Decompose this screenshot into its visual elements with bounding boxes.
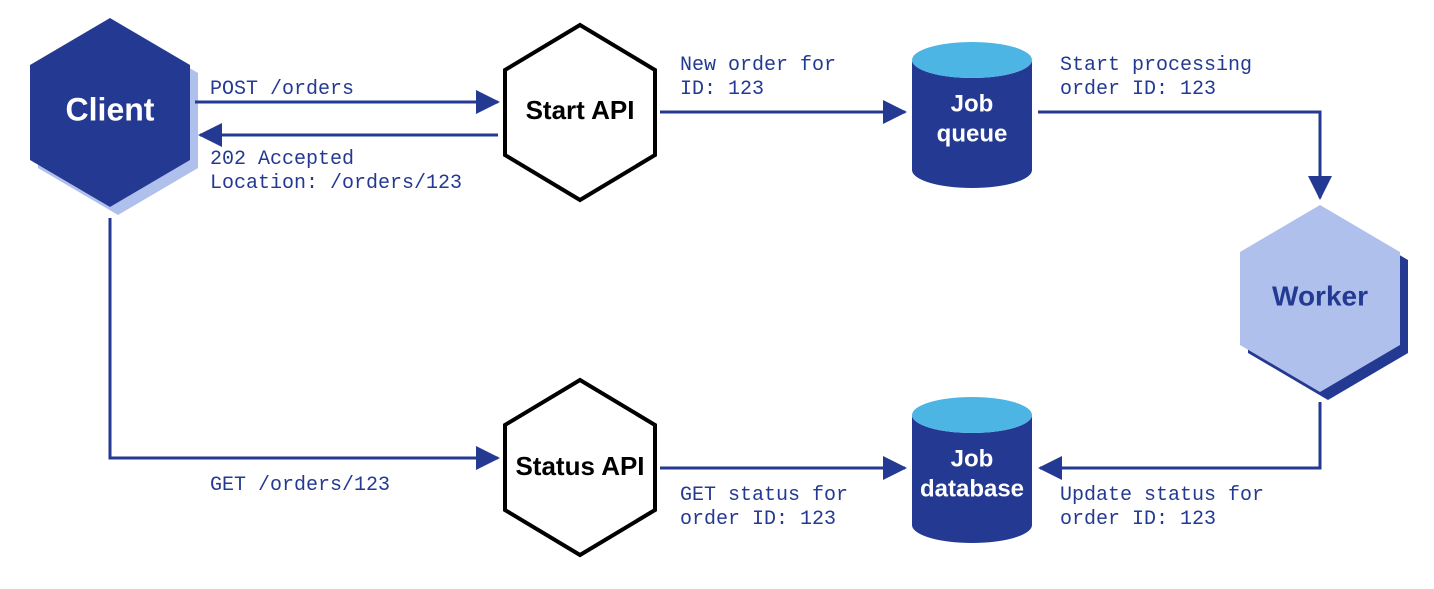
label-start-processing-2: order ID: 123 — [1060, 78, 1216, 101]
job-queue-label-1: Job — [951, 90, 994, 117]
job-database-node: Job database — [912, 397, 1032, 543]
status-api-label: Status API — [515, 451, 644, 481]
status-api-node: Status API — [505, 380, 655, 555]
job-queue-label-2: queue — [937, 120, 1008, 147]
label-get-status-2: order ID: 123 — [680, 508, 836, 531]
job-database-label-2: database — [920, 475, 1024, 502]
label-post-orders: POST /orders — [210, 78, 354, 101]
job-queue-node: Job queue — [912, 42, 1032, 188]
label-location-header: Location: /orders/123 — [210, 172, 462, 195]
label-new-order-1: New order for — [680, 54, 836, 77]
job-database-label-1: Job — [951, 445, 994, 472]
label-get-orders: GET /orders/123 — [210, 474, 390, 497]
arrow-queue-to-worker — [1038, 112, 1320, 198]
client-node: Client — [30, 18, 198, 215]
arrow-worker-to-db — [1040, 402, 1320, 468]
worker-label: Worker — [1272, 280, 1368, 311]
worker-node: Worker — [1240, 205, 1408, 400]
label-update-status-2: order ID: 123 — [1060, 508, 1216, 531]
start-api-label: Start API — [526, 95, 635, 125]
label-202-accepted: 202 Accepted — [210, 148, 354, 171]
architecture-diagram: Client Start API Status API Job queue Jo… — [0, 0, 1434, 589]
label-new-order-2: ID: 123 — [680, 78, 764, 101]
label-update-status-1: Update status for — [1060, 484, 1264, 507]
label-get-status-1: GET status for — [680, 484, 848, 507]
client-label: Client — [66, 91, 155, 127]
arrow-client-to-status — [110, 218, 498, 458]
label-start-processing-1: Start processing — [1060, 54, 1252, 77]
start-api-node: Start API — [505, 25, 655, 200]
